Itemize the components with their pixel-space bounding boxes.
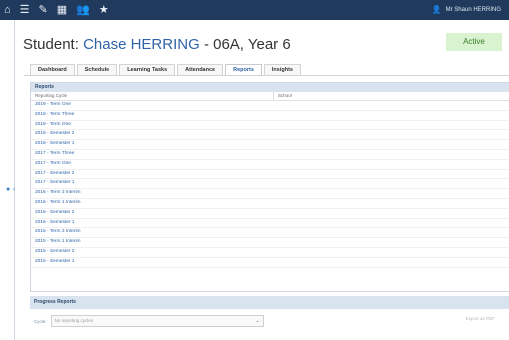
- report-row[interactable]: 2017 - Semester 2: [31, 170, 509, 180]
- sidebar-expand-chevron-icon[interactable]: ‹: [13, 186, 15, 193]
- edit-icon[interactable]: ✎: [39, 0, 48, 20]
- report-row[interactable]: 2018 - Semester 2: [31, 130, 509, 141]
- report-row[interactable]: 2018 - Term One: [31, 121, 509, 131]
- reports-panel-title: Reports: [31, 83, 509, 92]
- report-row[interactable]: 2015 - Semester 2: [31, 248, 509, 258]
- cycle-label: Cycle:: [34, 318, 47, 324]
- user-menu[interactable]: 👤 Mr Shaun HERRING: [432, 0, 501, 20]
- report-row[interactable]: 2017 - Term One: [31, 160, 509, 170]
- report-row[interactable]: 2016 - Term 1 Interim: [31, 199, 509, 209]
- tab-divider: [24, 75, 509, 76]
- report-row[interactable]: 2016 - Semester 2: [31, 209, 509, 219]
- topbar-icons: ⌂ ☰ ✎ ▦ 👥 ★: [0, 0, 109, 20]
- left-sidebar-edge: [14, 20, 15, 340]
- report-row[interactable]: 2018 - Semester 1: [31, 140, 509, 150]
- page-title: Student: Chase HERRING - 06A, Year 6: [23, 36, 291, 53]
- progress-filter-row: Cycle: No reporting cycles ⌄ Export as P…: [30, 314, 509, 328]
- title-prefix: Student:: [23, 36, 79, 53]
- progress-reports-title: Progress Reports: [30, 296, 509, 309]
- status-badge: Active: [446, 33, 502, 51]
- reports-panel: Reports Reporting Cycle School 2019 - Te…: [30, 82, 509, 292]
- chevron-down-icon: ⌄: [255, 318, 260, 324]
- report-row[interactable]: 2015 - Term 1 Interim: [31, 238, 509, 248]
- cycle-select-value: No reporting cycles: [54, 318, 94, 323]
- report-row[interactable]: 2015 - Term 3 Interim: [31, 228, 509, 239]
- export-pdf-label: Export as PDF: [465, 316, 495, 321]
- report-row[interactable]: 2019 - Term One: [31, 101, 509, 111]
- title-suffix: - 06A, Year 6: [203, 36, 291, 53]
- user-name: Mr Shaun HERRING: [445, 7, 501, 13]
- people-icon[interactable]: 👥: [76, 0, 90, 20]
- report-row[interactable]: 2017 - Term Three: [31, 150, 509, 160]
- report-row[interactable]: 2015 - Semester 1: [31, 258, 509, 268]
- column-header-school[interactable]: School: [274, 92, 292, 100]
- sidebar-dot-icon: ●: [6, 186, 11, 193]
- student-tabs: Dashboard Schedule Learning Tasks Attend…: [30, 64, 303, 76]
- student-name: Chase HERRING: [83, 36, 200, 53]
- reports-table-header: Reporting Cycle School: [31, 92, 509, 101]
- grid-icon[interactable]: ▦: [57, 0, 67, 20]
- report-row[interactable]: 2016 - Semester 1: [31, 219, 509, 229]
- export-pdf-button[interactable]: Export as PDF: [466, 316, 495, 321]
- user-icon: 👤: [431, 5, 442, 14]
- home-icon[interactable]: ⌂: [4, 0, 11, 20]
- report-row[interactable]: 2017 - Semester 1: [31, 179, 509, 190]
- cycle-select[interactable]: No reporting cycles ⌄: [50, 315, 264, 327]
- column-header-reporting-cycle[interactable]: Reporting Cycle: [31, 92, 274, 100]
- star-icon[interactable]: ★: [99, 0, 109, 20]
- list-icon[interactable]: ☰: [20, 0, 30, 20]
- top-navigation-bar: ⌂ ☰ ✎ ▦ 👥 ★ 👤 Mr Shaun HERRING: [0, 0, 509, 20]
- reports-list: 2019 - Term One 2018 - Term Three 2018 -…: [31, 101, 509, 268]
- report-row[interactable]: 2018 - Term Three: [31, 111, 509, 121]
- report-row[interactable]: 2016 - Term 3 Interim: [31, 189, 509, 199]
